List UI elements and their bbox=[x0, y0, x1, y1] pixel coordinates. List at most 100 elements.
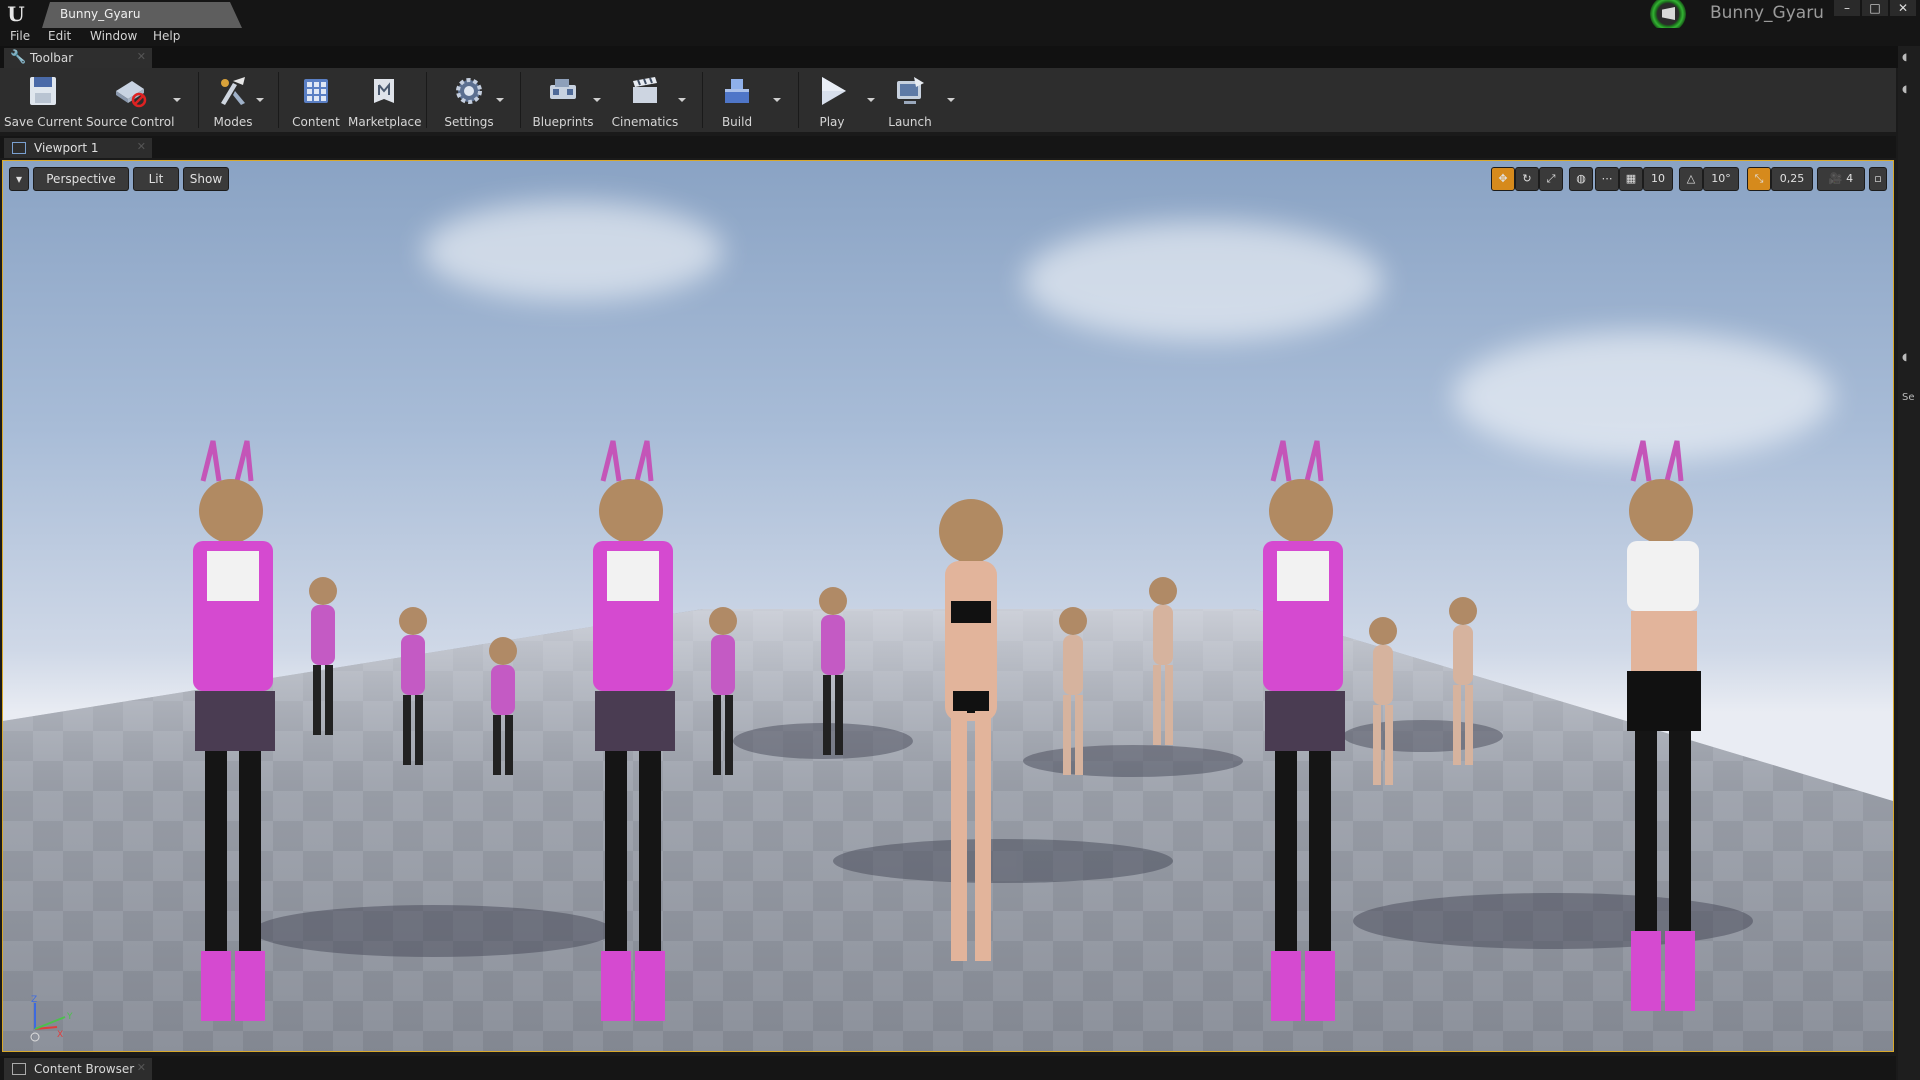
toolbar-separator bbox=[798, 72, 799, 128]
menu-bar: File Edit Window Help bbox=[0, 28, 1920, 46]
build-button[interactable]: Build bbox=[712, 71, 762, 131]
close-button[interactable]: ✕ bbox=[1890, 0, 1916, 16]
surface-snap-icon[interactable]: ⋯ bbox=[1595, 167, 1619, 191]
marketplace-button[interactable]: Marketplace bbox=[348, 71, 422, 131]
launch-label: Launch bbox=[888, 115, 932, 129]
play-button[interactable]: Play bbox=[806, 71, 858, 131]
viewport-tab-row: Viewport 1 ✕ bbox=[0, 136, 1896, 158]
panel-cut-text: Se bbox=[1902, 392, 1915, 403]
grid-snap-value[interactable]: 10 bbox=[1643, 167, 1673, 191]
modes-dropdown-icon[interactable] bbox=[256, 98, 264, 102]
world-local-icon[interactable]: ◍ bbox=[1569, 167, 1593, 191]
main-toolbar: Save Current Source Control Modes Conten… bbox=[0, 68, 1896, 132]
launch-button[interactable]: Launch bbox=[884, 71, 936, 131]
axis-y-label: Y bbox=[66, 1012, 73, 1022]
scale-snap-icon[interactable]: ⤡ bbox=[1747, 167, 1771, 191]
viewport-tab-label: Viewport 1 bbox=[34, 141, 99, 155]
scale-mode-icon[interactable]: ⤢ bbox=[1539, 167, 1563, 191]
panel-marker-icon: ◖ bbox=[1902, 352, 1908, 363]
content-browser-tab[interactable]: Content Browser ✕ bbox=[4, 1058, 152, 1080]
cinematics-button[interactable]: Cinematics bbox=[610, 71, 680, 131]
menu-help[interactable]: Help bbox=[153, 29, 180, 43]
content-browser-tab-label: Content Browser bbox=[34, 1062, 135, 1076]
menu-edit[interactable]: Edit bbox=[48, 29, 71, 43]
unreal-logo-icon[interactable]: U bbox=[4, 2, 28, 26]
settings-dropdown-icon[interactable] bbox=[496, 98, 504, 102]
project-name: Bunny_Gyaru bbox=[1710, 3, 1824, 23]
camera-icon: 🎥 bbox=[1828, 172, 1847, 185]
content-browser-icon bbox=[12, 1063, 26, 1075]
scale-snap-label: 0,25 bbox=[1779, 172, 1805, 185]
blueprints-label: Blueprints bbox=[532, 115, 594, 129]
close-tab-icon[interactable]: ✕ bbox=[137, 1061, 146, 1074]
launch-dropdown-icon[interactable] bbox=[947, 98, 955, 102]
perspective-label: Perspective bbox=[46, 172, 116, 186]
toolbar-separator bbox=[198, 72, 199, 128]
panel-marker-icon: ◖ bbox=[1902, 84, 1908, 95]
grid-snap-label: 10 bbox=[1651, 172, 1665, 185]
content-grid-icon bbox=[304, 79, 328, 103]
window-controls: – □ ✕ bbox=[1834, 0, 1916, 18]
title-bar: U Bunny_Gyaru Bunny_Gyaru – □ ✕ bbox=[0, 0, 1920, 32]
source-control-dropdown-icon[interactable] bbox=[173, 98, 181, 102]
play-dropdown-icon[interactable] bbox=[867, 98, 875, 102]
lit-button[interactable]: Lit bbox=[133, 167, 179, 191]
modes-label: Modes bbox=[213, 115, 253, 129]
cinematics-label: Cinematics bbox=[611, 115, 679, 129]
lit-label: Lit bbox=[148, 172, 164, 186]
toolbar-tab[interactable]: 🔧 Toolbar ✕ bbox=[4, 48, 152, 68]
modes-button[interactable]: Modes bbox=[204, 71, 262, 131]
minimize-button[interactable]: – bbox=[1834, 0, 1860, 16]
show-button[interactable]: Show bbox=[183, 167, 229, 191]
clapperboard-icon bbox=[633, 77, 657, 103]
save-current-button[interactable]: Save Current bbox=[4, 71, 82, 131]
settings-button[interactable]: Settings bbox=[438, 71, 500, 131]
build-label: Build bbox=[721, 115, 753, 129]
viewport-tab[interactable]: Viewport 1 ✕ bbox=[4, 138, 152, 158]
blueprints-dropdown-icon[interactable] bbox=[593, 98, 601, 102]
scale-snap-value[interactable]: 0,25 bbox=[1771, 167, 1813, 191]
close-tab-icon[interactable]: ✕ bbox=[137, 140, 146, 153]
toolbar-separator bbox=[702, 72, 703, 128]
rotate-mode-icon[interactable]: ↻ bbox=[1515, 167, 1539, 191]
perspective-button[interactable]: Perspective bbox=[33, 167, 129, 191]
blueprints-icon bbox=[550, 79, 576, 99]
build-dropdown-icon[interactable] bbox=[773, 98, 781, 102]
translate-mode-icon[interactable]: ✥ bbox=[1491, 167, 1515, 191]
details-panel-edge: ◖ ◖ ◖ Se bbox=[1898, 46, 1920, 1080]
grid-snap-icon[interactable]: ▦ bbox=[1619, 167, 1643, 191]
toolbar-separator bbox=[426, 72, 427, 128]
maximize-button[interactable]: □ bbox=[1862, 0, 1888, 16]
modes-icon bbox=[221, 77, 245, 105]
toolbar-separator bbox=[520, 72, 521, 128]
close-tab-icon[interactable]: ✕ bbox=[137, 50, 146, 63]
axis-gizmo: Z X Y bbox=[30, 995, 73, 1042]
source-control-icon bbox=[116, 81, 147, 108]
maximize-viewport-icon[interactable]: ▫ bbox=[1869, 167, 1887, 191]
rotation-snap-label: 10° bbox=[1711, 172, 1731, 185]
source-control-button[interactable]: Source Control bbox=[86, 71, 174, 131]
viewport-options-dropdown[interactable]: ▾ bbox=[9, 167, 29, 191]
panel-marker-icon: ◖ bbox=[1902, 52, 1908, 63]
show-label: Show bbox=[189, 172, 223, 186]
level-tab[interactable]: Bunny_Gyaru bbox=[42, 2, 242, 28]
level-tab-label: Bunny_Gyaru bbox=[60, 7, 141, 21]
blueprints-button[interactable]: Blueprints bbox=[530, 71, 596, 131]
cinematics-dropdown-icon[interactable] bbox=[678, 98, 686, 102]
content-button[interactable]: Content bbox=[286, 71, 346, 131]
marketplace-icon bbox=[374, 79, 394, 103]
content-browser-tab-row: Content Browser ✕ bbox=[0, 1056, 1896, 1080]
rotation-snap-value[interactable]: 10° bbox=[1703, 167, 1739, 191]
play-label: Play bbox=[819, 115, 845, 129]
wrench-icon: 🔧 bbox=[10, 50, 27, 65]
play-icon bbox=[822, 77, 846, 105]
camera-speed-label: 4 bbox=[1846, 172, 1854, 185]
toolbar-tab-label: Toolbar bbox=[30, 51, 74, 65]
axis-z-label: Z bbox=[31, 995, 37, 1005]
menu-window[interactable]: Window bbox=[90, 29, 137, 43]
level-viewport[interactable]: ▾ Perspective Lit Show ✥ ↻ ⤢ ◍ ⋯ ▦ 10 △ … bbox=[2, 160, 1894, 1052]
rotation-snap-icon[interactable]: △ bbox=[1679, 167, 1703, 191]
camera-speed-button[interactable]: 🎥 4 bbox=[1817, 167, 1865, 191]
viewport-icon bbox=[12, 142, 26, 154]
menu-file[interactable]: File bbox=[10, 29, 30, 43]
